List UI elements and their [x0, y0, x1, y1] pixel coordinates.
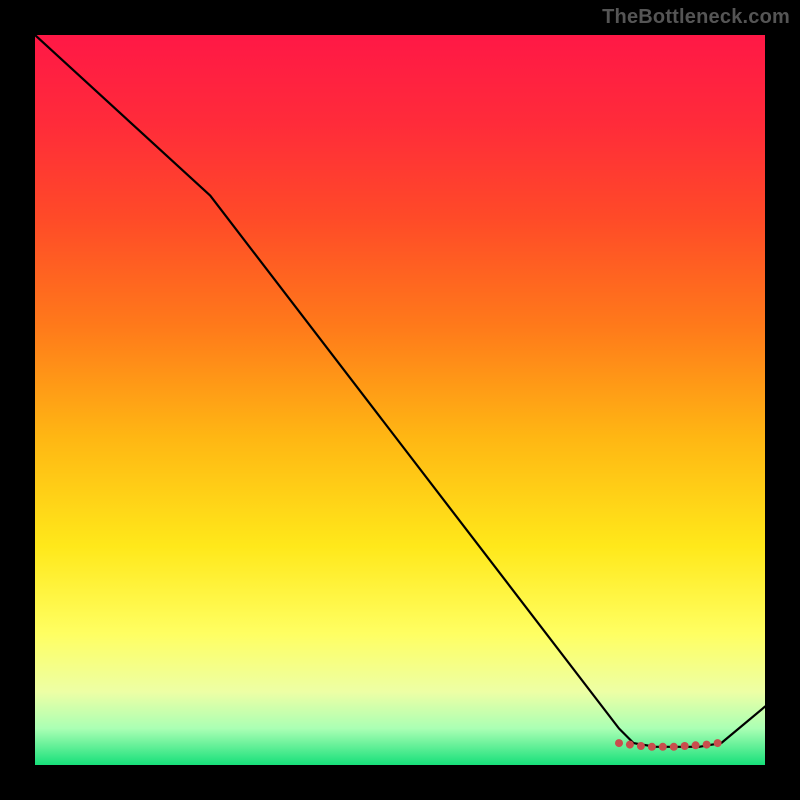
chart-frame: TheBottleneck.com: [0, 0, 800, 800]
marker-dot: [637, 742, 645, 750]
marker-dot: [670, 743, 678, 751]
chart-svg: [35, 35, 765, 765]
plot-area: [35, 35, 765, 765]
marker-dot: [714, 739, 722, 747]
marker-dot: [681, 742, 689, 750]
marker-dot: [703, 741, 711, 749]
marker-dot: [615, 739, 623, 747]
marker-dot: [659, 743, 667, 751]
watermark-text: TheBottleneck.com: [602, 6, 790, 29]
marker-dot: [692, 741, 700, 749]
marker-dot: [648, 743, 656, 751]
gradient-background: [35, 35, 765, 765]
marker-dot: [626, 741, 634, 749]
